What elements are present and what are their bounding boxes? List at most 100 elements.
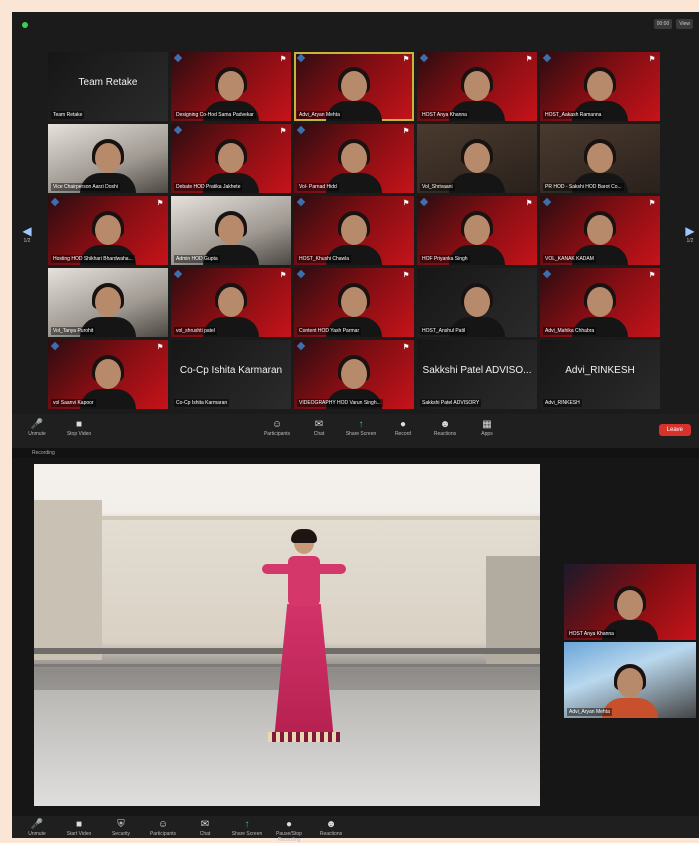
flag-logo-icon: ⚑ [526,200,533,207]
participant-tile[interactable]: ⚑ HOST_Aakash Ramanna [540,52,660,121]
participant-display-name: Team Retake [78,77,138,88]
flag-logo-icon: ⚑ [157,200,164,207]
participant-tile[interactable]: ⚑ Content HOD Yash Parmar [294,268,414,337]
leave-button[interactable]: Leave [658,424,691,436]
participant-name: Vice Chairperson Aarzi Doshi [51,183,120,191]
participant-tile[interactable]: ⚑ Advi_Mahika Chhabra [540,268,660,337]
chat-button[interactable]: ✉ Chat [184,818,226,837]
participant-tile[interactable]: ⚑ HOST_Khushi Chawla [294,196,414,265]
participant-tile[interactable]: ⚑ HOST Anya Khanna [417,52,537,121]
participant-name: HOST Anya Khanna [567,630,616,638]
participant-tile[interactable]: PR HOD - Sakshi HOD Barot Co... [540,124,660,193]
unmute-button[interactable]: 🎤 Unmute [16,418,58,437]
participant-tile[interactable]: ⚑ vol_shrushti patel [171,268,291,337]
participant-name: vol_shrushti patel [174,327,217,335]
participant-name: PR HOD - Sakshi HOD Barot Co... [543,183,624,191]
participants-button[interactable]: ☺ Participants [256,418,298,437]
chat-button[interactable]: ✉ Chat [298,418,340,437]
participant-tile[interactable]: Co-Cp Ishita Karmaran Co-Cp Ishita Karmar… [171,340,291,409]
chevron-right-icon: ▶ [685,224,695,238]
toolbar-button-label: Chat [313,431,325,437]
flag-logo-icon: ⚑ [280,272,287,279]
participant-name: Advi_RINKESH [543,399,582,407]
flag-logo-icon: ⚑ [526,56,533,63]
record-button[interactable]: ● Record [382,418,424,437]
diamond-logo-icon [296,269,306,279]
toolbar-button-label: Share Screen [231,831,263,837]
toolbar-button-label: Stop Video [66,431,92,437]
toolbar-button-label: Unmute [28,431,46,437]
view-button[interactable]: View [676,19,693,29]
participant-tile[interactable]: Vol_Tanya Purohit [48,268,168,337]
diamond-logo-icon [296,197,306,207]
participant-tile[interactable]: ⚑ Debate HOD Pratika Jakhete [171,124,291,193]
record-icon: ● [285,819,293,830]
toolbar-button-label: Pause/Stop Recording [276,831,302,843]
participant-tile[interactable]: Vol_Shrivaani [417,124,537,193]
meeting-toolbar-bottom: 🎤 Unmute ■ Start Video ⛨ Security ☺ Participant… [12,816,699,843]
participant-tile[interactable]: Team Retake Team Retake [48,52,168,121]
share-screen-button[interactable]: ↑ Share Screen [226,818,268,837]
share-screen-button[interactable]: ↑ Share Screen [340,418,382,437]
meeting-timer: 00:00 [653,19,673,29]
participant-display-name: Sakkshi Patel ADVISO... [422,365,532,376]
participant-tile[interactable]: ⚑ Vol- Parnad Hidd [294,124,414,193]
toolbar-button-label: Participants [263,431,291,437]
toolbar-button-label: Reactions [433,431,457,437]
apps-button[interactable]: ▦ Apps [466,418,508,437]
participant-name: HOF Priyanka Singh [420,255,470,263]
toolbar-button-label: Reactions [319,831,343,837]
video-scene-detail [34,500,102,660]
participant-tile[interactable]: Vice Chairperson Aarzi Doshi [48,124,168,193]
participant-tile[interactable]: ⚑ VIDEOGRAPHY HOD Varun Singh... [294,340,414,409]
participant-name: VOL_KANAK KADAM [543,255,596,263]
participant-tile[interactable]: ⚑ Designing Co-Hod Sama Padvekar [171,52,291,121]
participant-name: Designing Co-Hod Sama Padvekar [174,111,256,119]
diamond-logo-icon [50,341,60,351]
participant-tile[interactable]: ⚑ vol Saanvi Kapoor [48,340,168,409]
participant-tile[interactable]: ⚑ Advi_Aryan Mehta [294,52,414,121]
participant-tile[interactable]: Sakkshi Patel ADVISO... Sakkshi Patel ADV… [417,340,537,409]
unmute-button[interactable]: 🎤 Unmute [16,818,58,837]
side-participant-tile[interactable]: HOST Anya Khanna [564,564,696,640]
toolbar-button-label: Security [111,831,131,837]
diamond-logo-icon [173,269,183,279]
diamond-logo-icon [296,341,306,351]
previous-page-button[interactable]: ◀ 1/2 [22,224,32,254]
apps-icon: ▦ [482,419,492,430]
diamond-logo-icon [419,197,429,207]
participant-tile[interactable]: ⚑ Hosting HOD Shikhari Bhardwaha... [48,196,168,265]
toolbar-button-label: Unmute [28,831,46,837]
participant-tile[interactable]: Advi_RINKESH Advi_RINKESH [540,340,660,409]
flag-logo-icon: ⚑ [280,128,287,135]
reactions-button[interactable]: ☻ Reactions [424,418,466,437]
page-indicator-left: 1/2 [23,238,31,244]
participants-icon: ☺ [271,419,283,430]
participant-name: HOST_Aakash Ramanna [543,111,604,119]
reactions-button[interactable]: ☻ Reactions [310,818,352,837]
microphone-icon: 🎤 [30,419,44,430]
participant-tile[interactable]: HOST_Anshul Patil [417,268,537,337]
flag-logo-icon: ⚑ [649,56,656,63]
pause-stop-recording-button[interactable]: ● Pause/Stop Recording [268,818,310,843]
reactions-icon: ☻ [439,419,451,430]
security-button[interactable]: ⛨ Security [100,818,142,837]
participant-tile[interactable]: ⚑ VOL_KANAK KADAM [540,196,660,265]
main-speaker-video[interactable] [34,464,540,806]
participant-name: Admin HOD Gupta [174,255,220,263]
video-icon: ■ [75,419,83,430]
toolbar-button-label: Chat [199,831,211,837]
meeting-toolbar: 🎤 Unmute ■ Stop Video ☺ Participants ✉ Chat ↑ Sh… [12,414,699,448]
participant-name: Co-Cp Ishita Karmaran [174,399,230,407]
participant-tile[interactable]: ⚑ HOF Priyanka Singh [417,196,537,265]
participant-name: Hosting HOD Shikhari Bhardwaha... [51,255,135,263]
participants-button[interactable]: ☺ Participants [142,818,184,837]
side-participant-tile[interactable]: Advi_Aryan Mehta [564,642,696,718]
start-video-button[interactable]: ■ Start Video [58,818,100,837]
next-page-button[interactable]: ▶ 1/2 [685,224,695,254]
participant-name: HOST_Anshul Patil [420,327,468,335]
security-icon: ⛨ [117,819,125,830]
participant-tile[interactable]: Admin HOD Gupta [171,196,291,265]
stop-video-button[interactable]: ■ Stop Video [58,418,100,437]
participant-name: Vol- Parnad Hidd [297,183,339,191]
